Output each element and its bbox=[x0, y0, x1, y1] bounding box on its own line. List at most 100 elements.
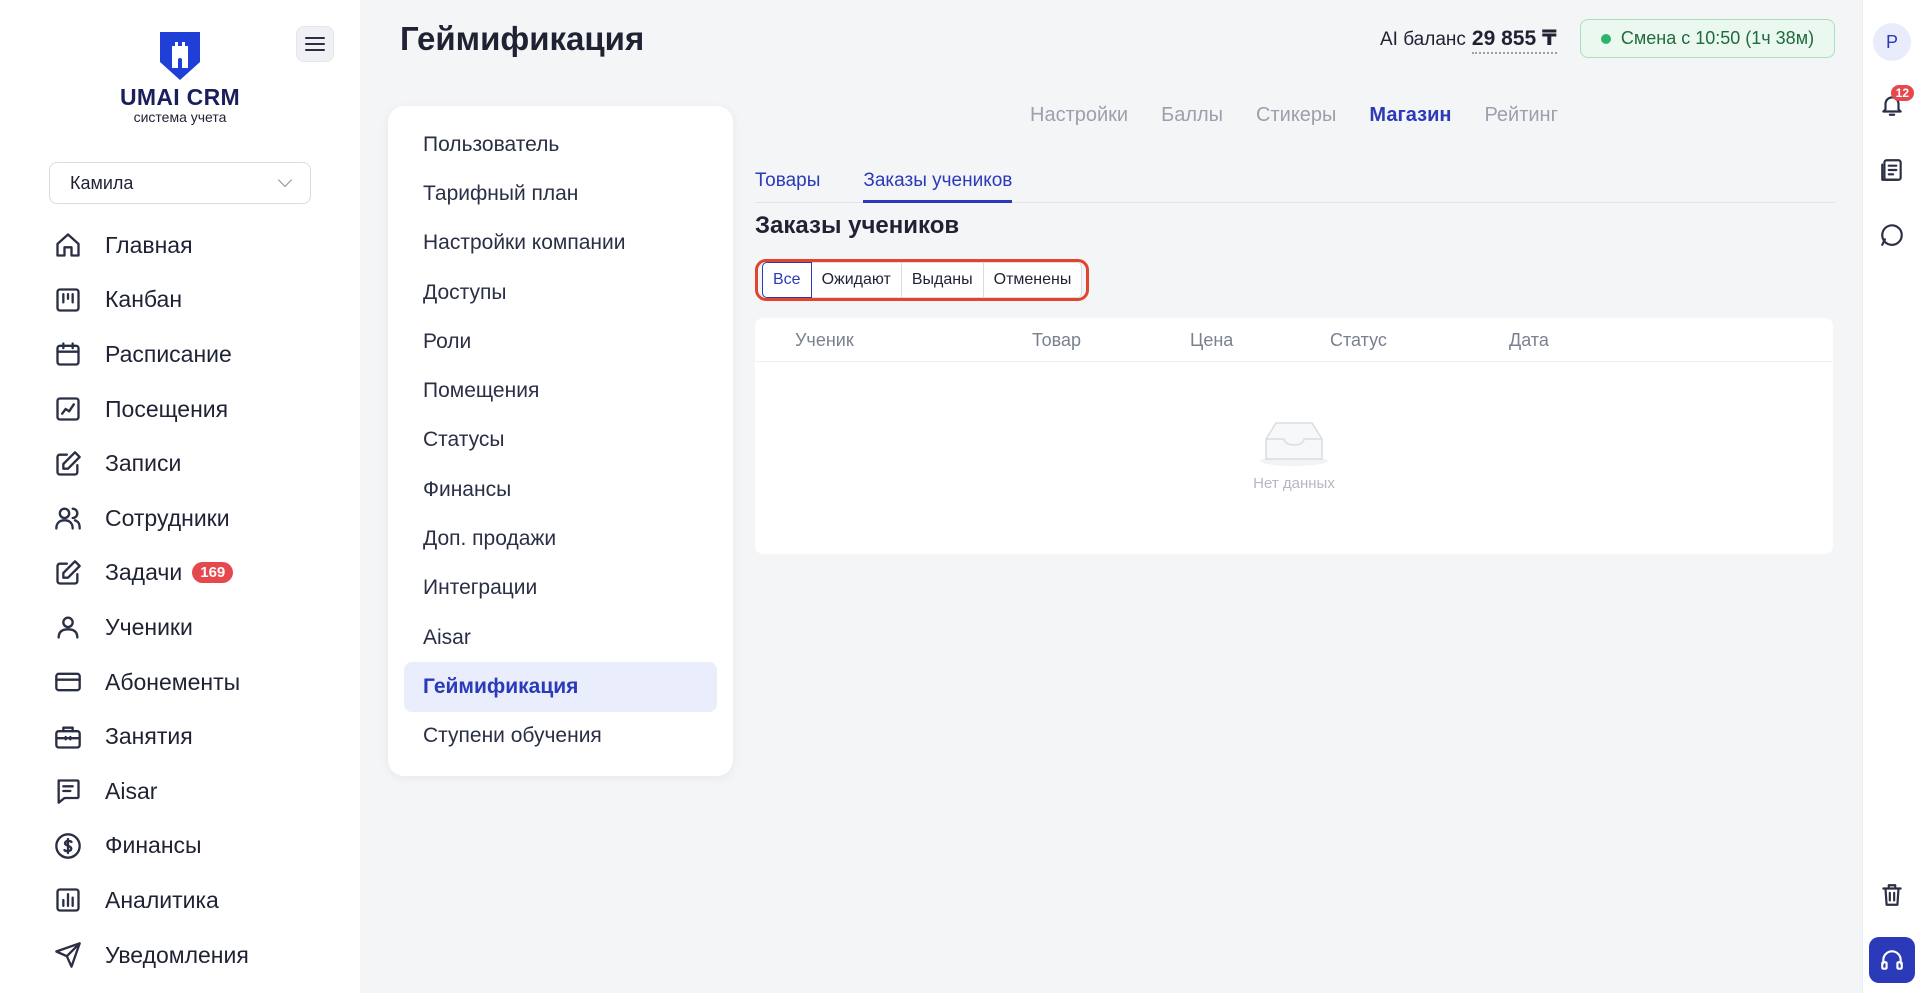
nav-item-schedule[interactable]: Расписание bbox=[52, 327, 342, 382]
settings-item-rooms[interactable]: Помещения bbox=[404, 366, 717, 415]
notifications-button[interactable]: 12 bbox=[1872, 85, 1914, 125]
ai-balance-value[interactable]: 29 855 ₸ bbox=[1471, 26, 1557, 54]
chat-icon bbox=[52, 775, 84, 807]
kanban-icon bbox=[52, 284, 84, 316]
nav-item-label: Канбан bbox=[105, 286, 183, 313]
nav-item-label: Расписание bbox=[105, 340, 232, 367]
page-title: Геймификация bbox=[400, 20, 645, 57]
ai-balance-label: AI баланс bbox=[1380, 29, 1466, 50]
nav-item-label: Сотрудники bbox=[105, 504, 230, 531]
nav-item-notifications[interactable]: Уведомления bbox=[52, 928, 342, 983]
chat-bubble-icon bbox=[1881, 224, 1903, 246]
tab-stickers[interactable]: Стикеры bbox=[1256, 104, 1336, 127]
chart-icon bbox=[52, 884, 84, 916]
tab-products[interactable]: Товары bbox=[755, 170, 820, 203]
settings-item-aisar[interactable]: Aisar bbox=[404, 613, 717, 662]
nav-item-tasks[interactable]: Задачи 169 bbox=[52, 546, 342, 601]
avatar-button[interactable]: Р bbox=[1872, 22, 1912, 62]
tasks-icon bbox=[52, 557, 84, 589]
settings-item-plan[interactable]: Тарифный план bbox=[404, 169, 717, 218]
chat-button[interactable] bbox=[1872, 215, 1912, 255]
nav-item-attendance[interactable]: Посещения bbox=[52, 382, 342, 437]
menu-toggle-button[interactable] bbox=[296, 26, 334, 62]
nav-item-label: Уведомления bbox=[105, 941, 249, 968]
documents-button[interactable] bbox=[1872, 150, 1912, 190]
filter-issued[interactable]: Выданы bbox=[901, 262, 984, 298]
shop-subtabs: Товары Заказы учеников bbox=[755, 170, 1835, 203]
settings-item-integrations[interactable]: Интеграции bbox=[404, 564, 717, 613]
gamification-tabs: Настройки Баллы Стикеры Магазин Рейтинг bbox=[1030, 104, 1591, 127]
nav-item-label: Главная bbox=[105, 231, 193, 258]
settings-item-roles[interactable]: Роли bbox=[404, 317, 717, 366]
tab-student-orders[interactable]: Заказы учеников bbox=[863, 170, 1013, 203]
right-rail: Р 12 bbox=[1862, 0, 1920, 993]
send-icon bbox=[52, 939, 84, 971]
tab-settings[interactable]: Настройки bbox=[1030, 104, 1128, 127]
nav-item-classes[interactable]: Занятия bbox=[52, 709, 342, 764]
settings-item-statuses[interactable]: Статусы bbox=[404, 416, 717, 465]
filter-all[interactable]: Все bbox=[762, 262, 812, 298]
dollar-icon bbox=[52, 830, 84, 862]
status-dot-icon bbox=[1600, 33, 1611, 44]
settings-item-upsell[interactable]: Доп. продажи bbox=[404, 514, 717, 563]
logo[interactable]: UMAI CRM система учета bbox=[120, 32, 240, 125]
nav-item-kanban[interactable]: Канбан bbox=[52, 273, 342, 328]
document-icon bbox=[1881, 159, 1902, 181]
tab-rating[interactable]: Рейтинг bbox=[1484, 104, 1557, 127]
settings-item-user[interactable]: Пользователь bbox=[404, 120, 717, 169]
nav-item-students[interactable]: Ученики bbox=[52, 600, 342, 655]
filter-pending[interactable]: Ожидают bbox=[811, 262, 902, 298]
nav-item-analytics[interactable]: Аналитика bbox=[52, 873, 342, 928]
column-header-status: Статус bbox=[1330, 330, 1387, 350]
nav-item-subscriptions[interactable]: Абонементы bbox=[52, 655, 342, 710]
settings-menu: Пользователь Тарифный план Настройки ком… bbox=[388, 106, 733, 776]
chevron-down-icon bbox=[277, 172, 293, 188]
nav-item-staff[interactable]: Сотрудники bbox=[52, 491, 342, 546]
nav-item-label: Посещения bbox=[105, 395, 229, 422]
settings-item-gamification[interactable]: Геймификация bbox=[404, 662, 717, 712]
settings-item-levels[interactable]: Ступени обучения bbox=[404, 712, 717, 761]
nav-item-label: Занятия bbox=[105, 723, 193, 750]
shift-status-button[interactable]: Смена с 10:50 (1ч 38м) bbox=[1580, 19, 1835, 58]
headset-icon bbox=[1881, 950, 1903, 970]
nav-item-label: Абонементы bbox=[105, 668, 241, 695]
brand-subtitle: система учета bbox=[133, 109, 227, 125]
ai-balance: AI баланс 29 855 ₸ bbox=[1380, 26, 1557, 54]
column-header-price: Цена bbox=[1190, 330, 1234, 350]
users-icon bbox=[52, 502, 84, 534]
filter-cancelled[interactable]: Отменены bbox=[983, 262, 1083, 298]
avatar: Р bbox=[1873, 23, 1911, 61]
column-header-date: Дата bbox=[1509, 330, 1549, 350]
settings-item-finance[interactable]: Финансы bbox=[404, 465, 717, 514]
nav-item-label: Aisar bbox=[105, 777, 158, 804]
empty-state: Нет данных bbox=[755, 413, 1833, 492]
order-status-filter: Все Ожидают Выданы Отменены bbox=[755, 259, 1090, 301]
castle-logo-icon bbox=[160, 32, 200, 80]
nav-item-label: Ученики bbox=[105, 613, 193, 640]
user-select[interactable]: Камила bbox=[49, 162, 311, 204]
nav-item-home[interactable]: Главная bbox=[52, 218, 342, 273]
brand-name: UMAI CRM bbox=[120, 84, 240, 110]
column-header-student: Ученик bbox=[795, 330, 854, 350]
trash-icon bbox=[1882, 884, 1902, 906]
nav-item-aisar[interactable]: Aisar bbox=[52, 764, 342, 819]
settings-item-access[interactable]: Доступы bbox=[404, 268, 717, 317]
table-header: Ученик Товар Цена Статус Дата bbox=[755, 318, 1833, 362]
card-icon bbox=[52, 666, 84, 698]
trash-button[interactable] bbox=[1872, 875, 1912, 915]
app-root: UMAI CRM система учета Камила Главная Ка… bbox=[0, 0, 1920, 993]
tab-shop[interactable]: Магазин bbox=[1369, 104, 1451, 127]
tab-points[interactable]: Баллы bbox=[1161, 104, 1223, 127]
settings-item-company[interactable]: Настройки компании bbox=[404, 219, 717, 268]
nav-item-label: Записи bbox=[105, 450, 182, 477]
nav-item-finance[interactable]: Финансы bbox=[52, 819, 342, 874]
home-icon bbox=[52, 229, 84, 261]
empty-state-text: Нет данных bbox=[1253, 475, 1335, 492]
edit-icon bbox=[52, 448, 84, 480]
support-button[interactable] bbox=[1869, 937, 1915, 983]
main-nav: Главная Канбан Расписание Посещения Запи… bbox=[52, 218, 342, 982]
nav-item-label: Аналитика bbox=[105, 886, 219, 913]
nav-item-records[interactable]: Записи bbox=[52, 436, 342, 491]
section-title: Заказы учеников bbox=[755, 212, 960, 239]
nav-item-label: Финансы bbox=[105, 832, 202, 859]
